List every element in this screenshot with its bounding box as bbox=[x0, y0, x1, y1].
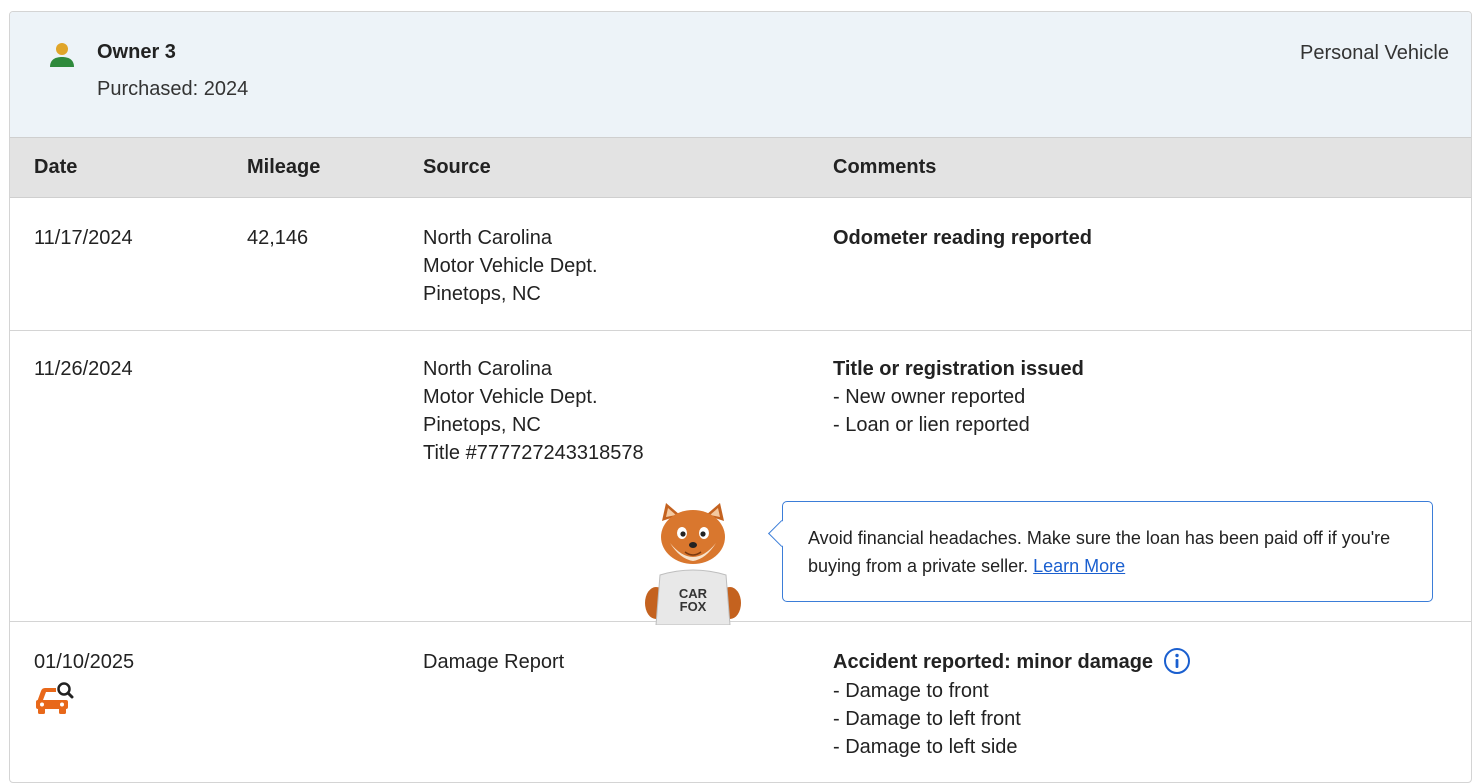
svg-text:FOX: FOX bbox=[680, 599, 707, 614]
source-line: Motor Vehicle Dept. bbox=[423, 255, 598, 277]
row-source: Damage Report bbox=[423, 648, 564, 676]
source-line: Title #777727243318578 bbox=[423, 442, 644, 464]
table-header: Date Mileage Source Comments bbox=[10, 138, 1471, 198]
row-comments: Title or registration issued - New owner… bbox=[833, 355, 1084, 439]
carfox-mascot-icon: CAR FOX bbox=[645, 503, 741, 625]
row-comments: Odometer reading reported bbox=[833, 224, 1092, 252]
comment-item: - Damage to left side bbox=[833, 735, 1018, 758]
row-date: 11/26/2024 bbox=[34, 358, 133, 380]
table-row: 01/10/2025 Damage Report Accident report… bbox=[10, 622, 1471, 782]
row-mileage: 42,146 bbox=[247, 227, 309, 249]
row-date: 11/17/2024 bbox=[34, 227, 133, 249]
learn-more-link[interactable]: Learn More bbox=[1033, 556, 1125, 576]
header-comments: Comments bbox=[833, 156, 937, 178]
comment-item: - Damage to left front bbox=[833, 707, 1021, 730]
comment-title: Odometer reading reported bbox=[833, 227, 1092, 249]
header-mileage: Mileage bbox=[247, 156, 321, 178]
comment-item: - Damage to front bbox=[833, 679, 989, 702]
table-row: 11/17/2024 42,146 North Carolina Motor V… bbox=[10, 198, 1471, 331]
source-line: Motor Vehicle Dept. bbox=[423, 386, 598, 408]
row-source: North Carolina Motor Vehicle Dept. Pinet… bbox=[423, 224, 598, 308]
info-icon[interactable] bbox=[1163, 647, 1191, 675]
source-line: Pinetops, NC bbox=[423, 283, 541, 305]
source-line: North Carolina bbox=[423, 358, 552, 380]
source-line: Pinetops, NC bbox=[423, 414, 541, 436]
vehicle-type: Personal Vehicle bbox=[1300, 42, 1449, 64]
header-source: Source bbox=[423, 156, 491, 178]
callout-pointer bbox=[768, 520, 795, 547]
source-line: North Carolina bbox=[423, 227, 552, 249]
source-line: Damage Report bbox=[423, 651, 565, 673]
person-icon bbox=[50, 43, 74, 67]
comment-item: - New owner reported bbox=[833, 386, 1026, 408]
comment-title: Title or registration issued bbox=[833, 358, 1084, 380]
comment-title: Accident reported: minor damage bbox=[833, 651, 1154, 673]
row-source: North Carolina Motor Vehicle Dept. Pinet… bbox=[423, 355, 644, 467]
comment-item: - Loan or lien reported bbox=[833, 414, 1030, 436]
owner-name: Owner 3 bbox=[97, 41, 176, 63]
row-date: 01/10/2025 bbox=[34, 651, 135, 673]
row-comments: Accident reported: minor damage - Damage… bbox=[833, 647, 1191, 761]
car-damage-search-icon bbox=[36, 682, 74, 714]
table-row: 11/26/2024 North Carolina Motor Vehicle … bbox=[10, 331, 1471, 625]
owner-header: Owner 3 Purchased: 2024 Personal Vehicle bbox=[10, 12, 1471, 138]
loan-tip-callout: Avoid financial headaches. Make sure the… bbox=[768, 501, 1433, 602]
header-date: Date bbox=[34, 156, 78, 178]
comment-title-line: Accident reported: minor damage bbox=[833, 647, 1191, 677]
purchase-year: Purchased: 2024 bbox=[97, 78, 249, 100]
owner-history-card: Owner 3 Purchased: 2024 Personal Vehicle… bbox=[9, 11, 1472, 783]
